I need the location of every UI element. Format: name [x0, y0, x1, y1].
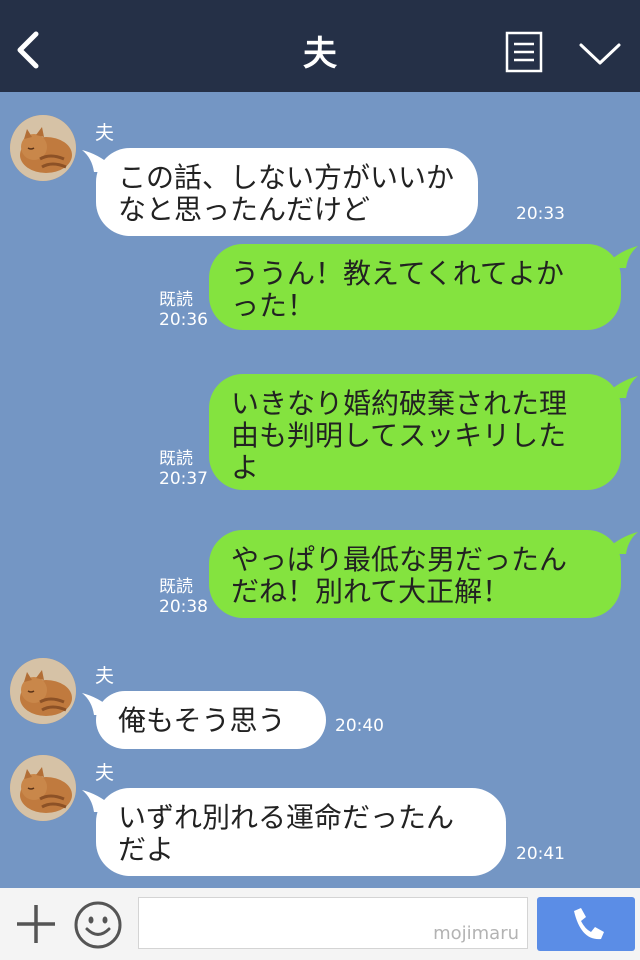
- sender-name: 夫: [95, 762, 115, 784]
- cat-avatar-icon: [10, 755, 76, 821]
- sender-name: 夫: [95, 122, 115, 144]
- watermark: mojimaru: [433, 923, 519, 944]
- call-button[interactable]: [537, 897, 635, 951]
- message-list[interactable]: 夫 この話、しない方がいいか なと思ったんだけど 20:33 ううん！教えてくれ…: [0, 92, 640, 888]
- back-chevron-left-icon[interactable]: [14, 30, 44, 70]
- message-line: いきなり婚約破棄された理: [231, 387, 568, 420]
- phone-icon: [574, 908, 604, 940]
- message-line: った！: [231, 289, 316, 322]
- message-line: ううん！教えてくれてよか: [231, 257, 564, 290]
- avatar[interactable]: [10, 115, 76, 181]
- message-line: 由も判明してスッキリした: [231, 419, 567, 452]
- message-bubble[interactable]: いきなり婚約破棄された理 由も判明してスッキリした よ: [209, 374, 621, 490]
- notes-icon[interactable]: [505, 31, 543, 73]
- avatar[interactable]: [10, 658, 76, 724]
- message-bubble[interactable]: やっぱり最低な男だったん だね！別れて大正解！: [209, 530, 621, 618]
- message-time: 20:33: [516, 204, 565, 224]
- avatar[interactable]: [10, 755, 76, 821]
- message-line: この話、しない方がいいか: [118, 161, 455, 194]
- read-status: 既読: [159, 577, 193, 597]
- message-line: いずれ別れる運命だったん: [118, 801, 455, 834]
- message-bubble[interactable]: ううん！教えてくれてよか った！: [209, 244, 621, 330]
- message-line: やっぱり最低な男だったん: [231, 543, 568, 576]
- message-time: 20:36: [159, 310, 208, 330]
- smiley-icon[interactable]: [73, 900, 123, 950]
- message-line: よ: [231, 451, 260, 484]
- sender-name: 夫: [95, 665, 115, 687]
- message-time: 20:37: [159, 469, 208, 489]
- message-bubble[interactable]: いずれ別れる運命だったん だよ: [96, 788, 506, 876]
- message-bubble[interactable]: この話、しない方がいいか なと思ったんだけど: [96, 148, 478, 236]
- message-time: 20:41: [516, 844, 565, 864]
- message-bubble[interactable]: 俺もそう思う: [96, 691, 326, 749]
- chevron-down-icon[interactable]: [578, 40, 622, 68]
- chat-header: 夫: [0, 0, 640, 92]
- read-status: 既読: [159, 449, 193, 469]
- message-time: 20:40: [335, 716, 384, 736]
- read-status: 既読: [159, 290, 193, 310]
- plus-icon[interactable]: [14, 902, 58, 946]
- message-line: 俺もそう思う: [118, 704, 286, 737]
- cat-avatar-icon: [10, 115, 76, 181]
- message-line: だね！別れて大正解！: [231, 575, 511, 608]
- cat-avatar-icon: [10, 658, 76, 724]
- message-time: 20:38: [159, 597, 208, 617]
- message-line: だよ: [118, 833, 175, 866]
- chat-title: 夫: [303, 34, 337, 74]
- message-input[interactable]: mojimaru: [138, 897, 528, 949]
- message-line: なと思ったんだけど: [118, 193, 371, 226]
